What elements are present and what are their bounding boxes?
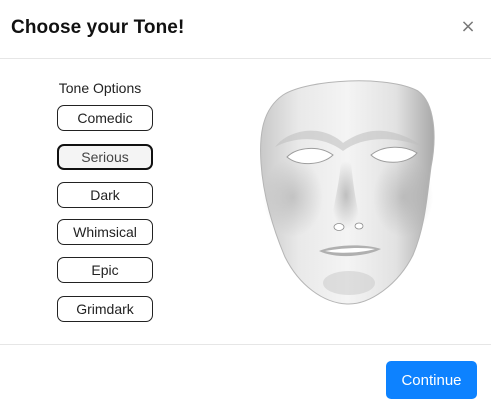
close-button[interactable]: ×	[458, 16, 478, 38]
tone-dialog: Choose your Tone! × Tone Options Comedic…	[0, 0, 491, 413]
tone-option-grimdark[interactable]: Grimdark	[57, 296, 153, 322]
close-icon: ×	[460, 16, 476, 37]
tone-option-dark[interactable]: Dark	[57, 182, 153, 208]
tone-options-list: Tone Options Comedic Serious Dark Whimsi…	[0, 59, 200, 344]
continue-button[interactable]: Continue	[386, 361, 477, 399]
dialog-title: Choose your Tone!	[11, 17, 185, 38]
face-mask-image	[260, 80, 435, 305]
tone-option-serious[interactable]: Serious	[57, 144, 153, 170]
tone-option-epic[interactable]: Epic	[57, 257, 153, 283]
tone-options-heading: Tone Options	[58, 80, 142, 96]
dialog-footer: Continue	[0, 344, 491, 413]
dialog-header: Choose your Tone! ×	[0, 0, 491, 59]
tone-option-whimsical[interactable]: Whimsical	[57, 219, 153, 245]
dialog-body: Tone Options Comedic Serious Dark Whimsi…	[0, 59, 491, 344]
tone-option-comedic[interactable]: Comedic	[57, 105, 153, 131]
